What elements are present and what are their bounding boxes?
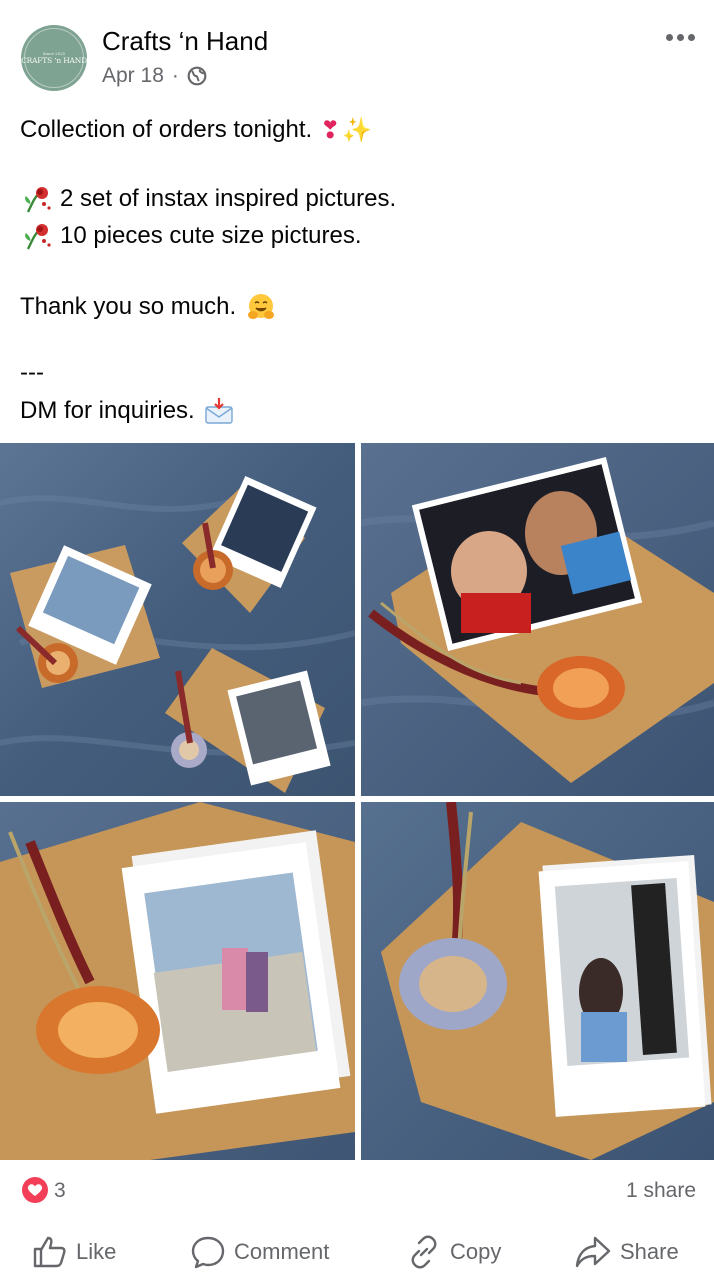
more-dot-icon	[677, 33, 684, 41]
hugging-face-emoji	[246, 292, 276, 322]
comment-label: Comment	[234, 1239, 330, 1264]
comment-bubble-icon	[191, 1236, 225, 1269]
post-text-line: Collection of orders tonight. ❣✨	[20, 112, 700, 148]
reaction-count[interactable]: 3	[54, 1179, 66, 1203]
post-text-line: 2 set of instax inspired pictures.	[20, 181, 700, 217]
wilted-rose-emoji	[20, 221, 54, 251]
post-text: 2 set of instax inspired pictures.	[60, 185, 397, 212]
link-icon	[411, 1235, 437, 1269]
post-text: ---	[20, 359, 44, 386]
photo-grid-4[interactable]	[361, 802, 714, 1160]
love-reaction-icon[interactable]	[22, 1177, 48, 1203]
copy-label: Copy	[450, 1239, 502, 1264]
heart-sparkles-emoji: ❣✨	[320, 116, 373, 144]
post-text-line: ---	[20, 358, 700, 388]
globe-icon	[187, 66, 207, 86]
post-actions: Like Comment Copy Share	[0, 1220, 714, 1280]
comment-button[interactable]: Comment	[190, 1232, 329, 1272]
post-text-line: Thank you so much.	[20, 289, 700, 325]
more-dot-icon	[666, 33, 673, 41]
more-dot-icon	[688, 33, 695, 41]
meta-separator: ·	[171, 64, 179, 87]
share-arrow-icon	[575, 1236, 611, 1268]
post-text-line: DM for inquiries.	[20, 393, 700, 429]
post-date[interactable]: Apr 18	[102, 64, 164, 88]
page-name[interactable]: Crafts ‘n Hand	[102, 26, 268, 57]
post-meta: Apr 18 ·	[102, 64, 207, 88]
like-button[interactable]: Like	[32, 1232, 116, 1272]
share-button[interactable]: Share	[574, 1232, 679, 1272]
avatar[interactable]: Since 2021 CRAFTS ‘n HAND	[21, 25, 87, 91]
post-header: Since 2021 CRAFTS ‘n HAND Crafts ‘n Hand…	[0, 0, 714, 110]
more-options-button[interactable]	[666, 30, 700, 44]
share-count[interactable]: 1 share	[626, 1179, 696, 1203]
post-text: Thank you so much.	[20, 293, 237, 320]
photo-grid-3[interactable]	[0, 802, 355, 1160]
post-text: 10 pieces cute size pictures.	[60, 222, 362, 249]
envelope-arrow-emoji	[203, 397, 235, 425]
post-text-line: 10 pieces cute size pictures.	[20, 218, 700, 254]
post-text: DM for inquiries.	[20, 397, 195, 424]
photo-grid-1[interactable]	[0, 443, 355, 796]
avatar-text: CRAFTS ‘n HAND	[21, 56, 87, 65]
copy-button[interactable]: Copy	[406, 1232, 501, 1272]
wilted-rose-emoji	[20, 184, 54, 214]
share-label: Share	[620, 1239, 679, 1264]
like-label: Like	[76, 1239, 117, 1264]
post-stats: 3 1 share	[0, 1170, 714, 1210]
photo-grid	[0, 443, 714, 1160]
avatar-logo: Since 2021 CRAFTS ‘n HAND	[21, 28, 87, 88]
thumbs-up-icon	[33, 1236, 66, 1268]
post-text: Collection of orders tonight.	[20, 116, 313, 143]
photo-grid-2[interactable]	[361, 443, 714, 796]
